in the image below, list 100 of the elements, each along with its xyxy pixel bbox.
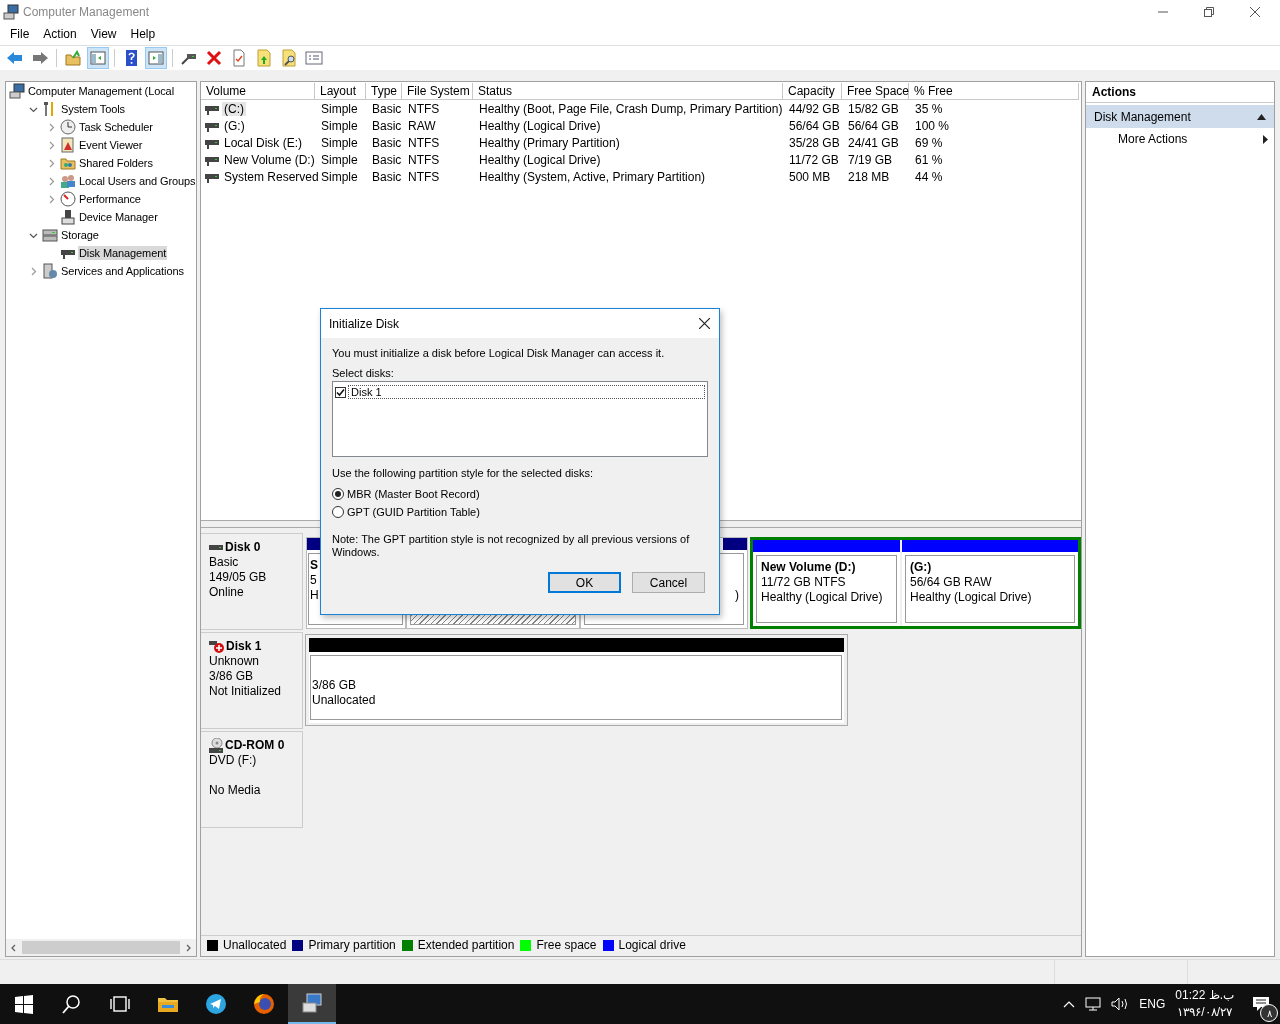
notification-badge[interactable]: ۸ [1260, 1004, 1278, 1022]
computer-management-icon[interactable] [301, 992, 323, 1014]
checked-checkbox[interactable] [335, 386, 346, 398]
list-item[interactable]: Disk 1 [348, 385, 705, 399]
column-header[interactable]: Capacity [783, 82, 842, 100]
menu-item[interactable]: Help [123, 25, 163, 43]
properties-icon[interactable] [230, 49, 248, 67]
clock-time[interactable]: 01:22 ب.ظ [1175, 987, 1234, 1004]
expand-chevron-icon[interactable] [47, 122, 56, 132]
expand-chevron-icon[interactable] [47, 140, 56, 150]
section-label: Disk Management [1094, 109, 1191, 124]
extended-partition[interactable]: New Volume (D:) 11/72 GB NTFS Healthy (Logical Drive) (G:) 56/64 GB RAW Healthy (Logical Drive) [750, 537, 1081, 629]
action-item[interactable]: More Actions [1086, 128, 1274, 150]
disk-label[interactable]: Disk 1 Unknown 3/86 GB Not Initialized [201, 632, 303, 729]
drive-label[interactable]: Local Disk (E:) [222, 135, 305, 150]
windows-logo-icon[interactable] [13, 993, 35, 1015]
console-tree-icon[interactable] [89, 49, 107, 67]
volume-icon[interactable] [1111, 997, 1130, 1011]
drive-label[interactable]: New Volume (D:) [222, 152, 317, 167]
partition-info: 3/86 GB [312, 678, 358, 693]
radio-label[interactable]: MBR (Master Boot Record) [347, 488, 480, 500]
collapse-icon[interactable] [1257, 113, 1266, 120]
back-arrow-icon[interactable] [6, 49, 24, 67]
table-cell-text: 24/41 GB [847, 135, 900, 150]
tree-item[interactable]: Event Viewer [78, 138, 144, 152]
legend-label: Logical drive [618, 938, 686, 952]
column-header[interactable]: Status [473, 82, 783, 100]
scroll-right-icon[interactable] [184, 943, 192, 952]
column-header[interactable]: Layout [315, 82, 366, 100]
table-cell-text: 61 % [914, 152, 944, 167]
radio-button[interactable] [332, 506, 344, 518]
tree-item[interactable]: Services and Applications [60, 264, 185, 278]
close-icon[interactable] [699, 318, 710, 329]
selected-radio-button[interactable] [332, 488, 344, 500]
column-header[interactable]: File System [402, 82, 473, 100]
tree-item[interactable]: Disk Management [78, 246, 168, 260]
tree-item[interactable]: Local Users and Groups [78, 174, 196, 188]
close-icon[interactable] [1250, 6, 1260, 17]
menu-item[interactable]: View [83, 25, 124, 43]
partition[interactable]: New Volume (D:) 11/72 GB NTFS Healthy (Logical Drive) [753, 540, 900, 626]
search-icon[interactable] [61, 993, 83, 1015]
disk-info: 149/05 GB [209, 570, 268, 585]
partition[interactable]: 3/86 GB Unallocated [309, 638, 844, 723]
menu-item[interactable]: Action [36, 25, 84, 43]
table-cell-text: Basic [371, 101, 402, 116]
tree-item[interactable]: Shared Folders [78, 156, 154, 170]
ok-button[interactable]: OK [548, 572, 621, 593]
language-indicator[interactable]: ENG [1139, 997, 1166, 1011]
globe-icon[interactable] [253, 993, 275, 1015]
window-title: Computer Management [23, 4, 150, 19]
paper-plane-icon[interactable] [205, 993, 227, 1015]
partition-info: 56/64 GB RAW [910, 575, 993, 590]
column-header[interactable]: Volume [201, 82, 315, 100]
column-header[interactable]: % Free [909, 82, 1079, 100]
table-cell-text: Simple [320, 169, 359, 184]
partition[interactable]: (G:) 56/64 GB RAW Healthy (Logical Drive) [902, 540, 1078, 626]
radio-label[interactable]: GPT (GUID Partition Table) [347, 506, 480, 518]
task-view-icon[interactable] [109, 993, 131, 1015]
scroll-left-icon[interactable] [10, 943, 18, 952]
column-header[interactable]: Free Space [842, 82, 909, 100]
tree-item[interactable]: System Tools [60, 102, 126, 116]
disk-info: 3/86 GB [209, 669, 255, 684]
export-icon[interactable] [255, 49, 273, 67]
table-cell-text: Simple [320, 118, 359, 133]
tree-item[interactable]: Computer Management (Local [27, 84, 175, 98]
show-hidden-icons-icon[interactable] [1063, 1000, 1076, 1008]
table-cell-text: NTFS [407, 152, 441, 167]
actions-section[interactable]: Disk Management [1086, 105, 1274, 128]
table-cell-text: 218 MB [847, 169, 891, 184]
forward-arrow-icon[interactable] [31, 49, 49, 67]
tree-item[interactable]: Task Scheduler [78, 120, 154, 134]
table-cell-text: NTFS [407, 135, 441, 150]
drive-label[interactable]: System Reserved [222, 169, 321, 184]
expand-chevron-icon[interactable] [47, 194, 56, 204]
column-header[interactable]: Type [366, 82, 402, 100]
expand-chevron-icon[interactable] [47, 176, 56, 186]
event-log-icon [60, 137, 76, 153]
disk-label[interactable]: CD-ROM 0 DVD (F:) No Media [201, 731, 303, 828]
horizontal-scrollbar[interactable] [6, 939, 196, 956]
menu-item[interactable]: File [3, 25, 37, 43]
tree-item[interactable]: Performance [78, 192, 142, 206]
delete-icon[interactable] [205, 49, 223, 67]
drive-label[interactable]: (C:) [222, 101, 246, 116]
network-icon[interactable] [1085, 997, 1102, 1011]
clock-date[interactable]: ۱۳۹۶/۰۸/۲۷ [1175, 1004, 1234, 1021]
tree-item[interactable]: Storage [60, 228, 100, 242]
expand-chevron-icon[interactable] [29, 266, 38, 276]
table-cell-text: 15/82 GB [847, 101, 900, 116]
disk-name: Disk 0 [225, 540, 261, 555]
tree-item[interactable]: Device Manager [78, 210, 159, 224]
action-pane-icon[interactable] [147, 49, 165, 67]
cancel-button[interactable]: Cancel [632, 572, 705, 593]
disk-info: DVD (F:) [209, 753, 258, 768]
restore-icon[interactable] [1204, 6, 1214, 17]
drive-label[interactable]: (G:) [222, 118, 247, 133]
disk-label[interactable]: Disk 0 Basic 149/05 GB Online [201, 533, 303, 630]
find-icon[interactable] [280, 49, 298, 67]
expand-chevron-icon[interactable] [47, 158, 56, 168]
folder-up-icon[interactable] [64, 49, 82, 67]
disk-list[interactable]: Disk 1 [332, 381, 708, 457]
